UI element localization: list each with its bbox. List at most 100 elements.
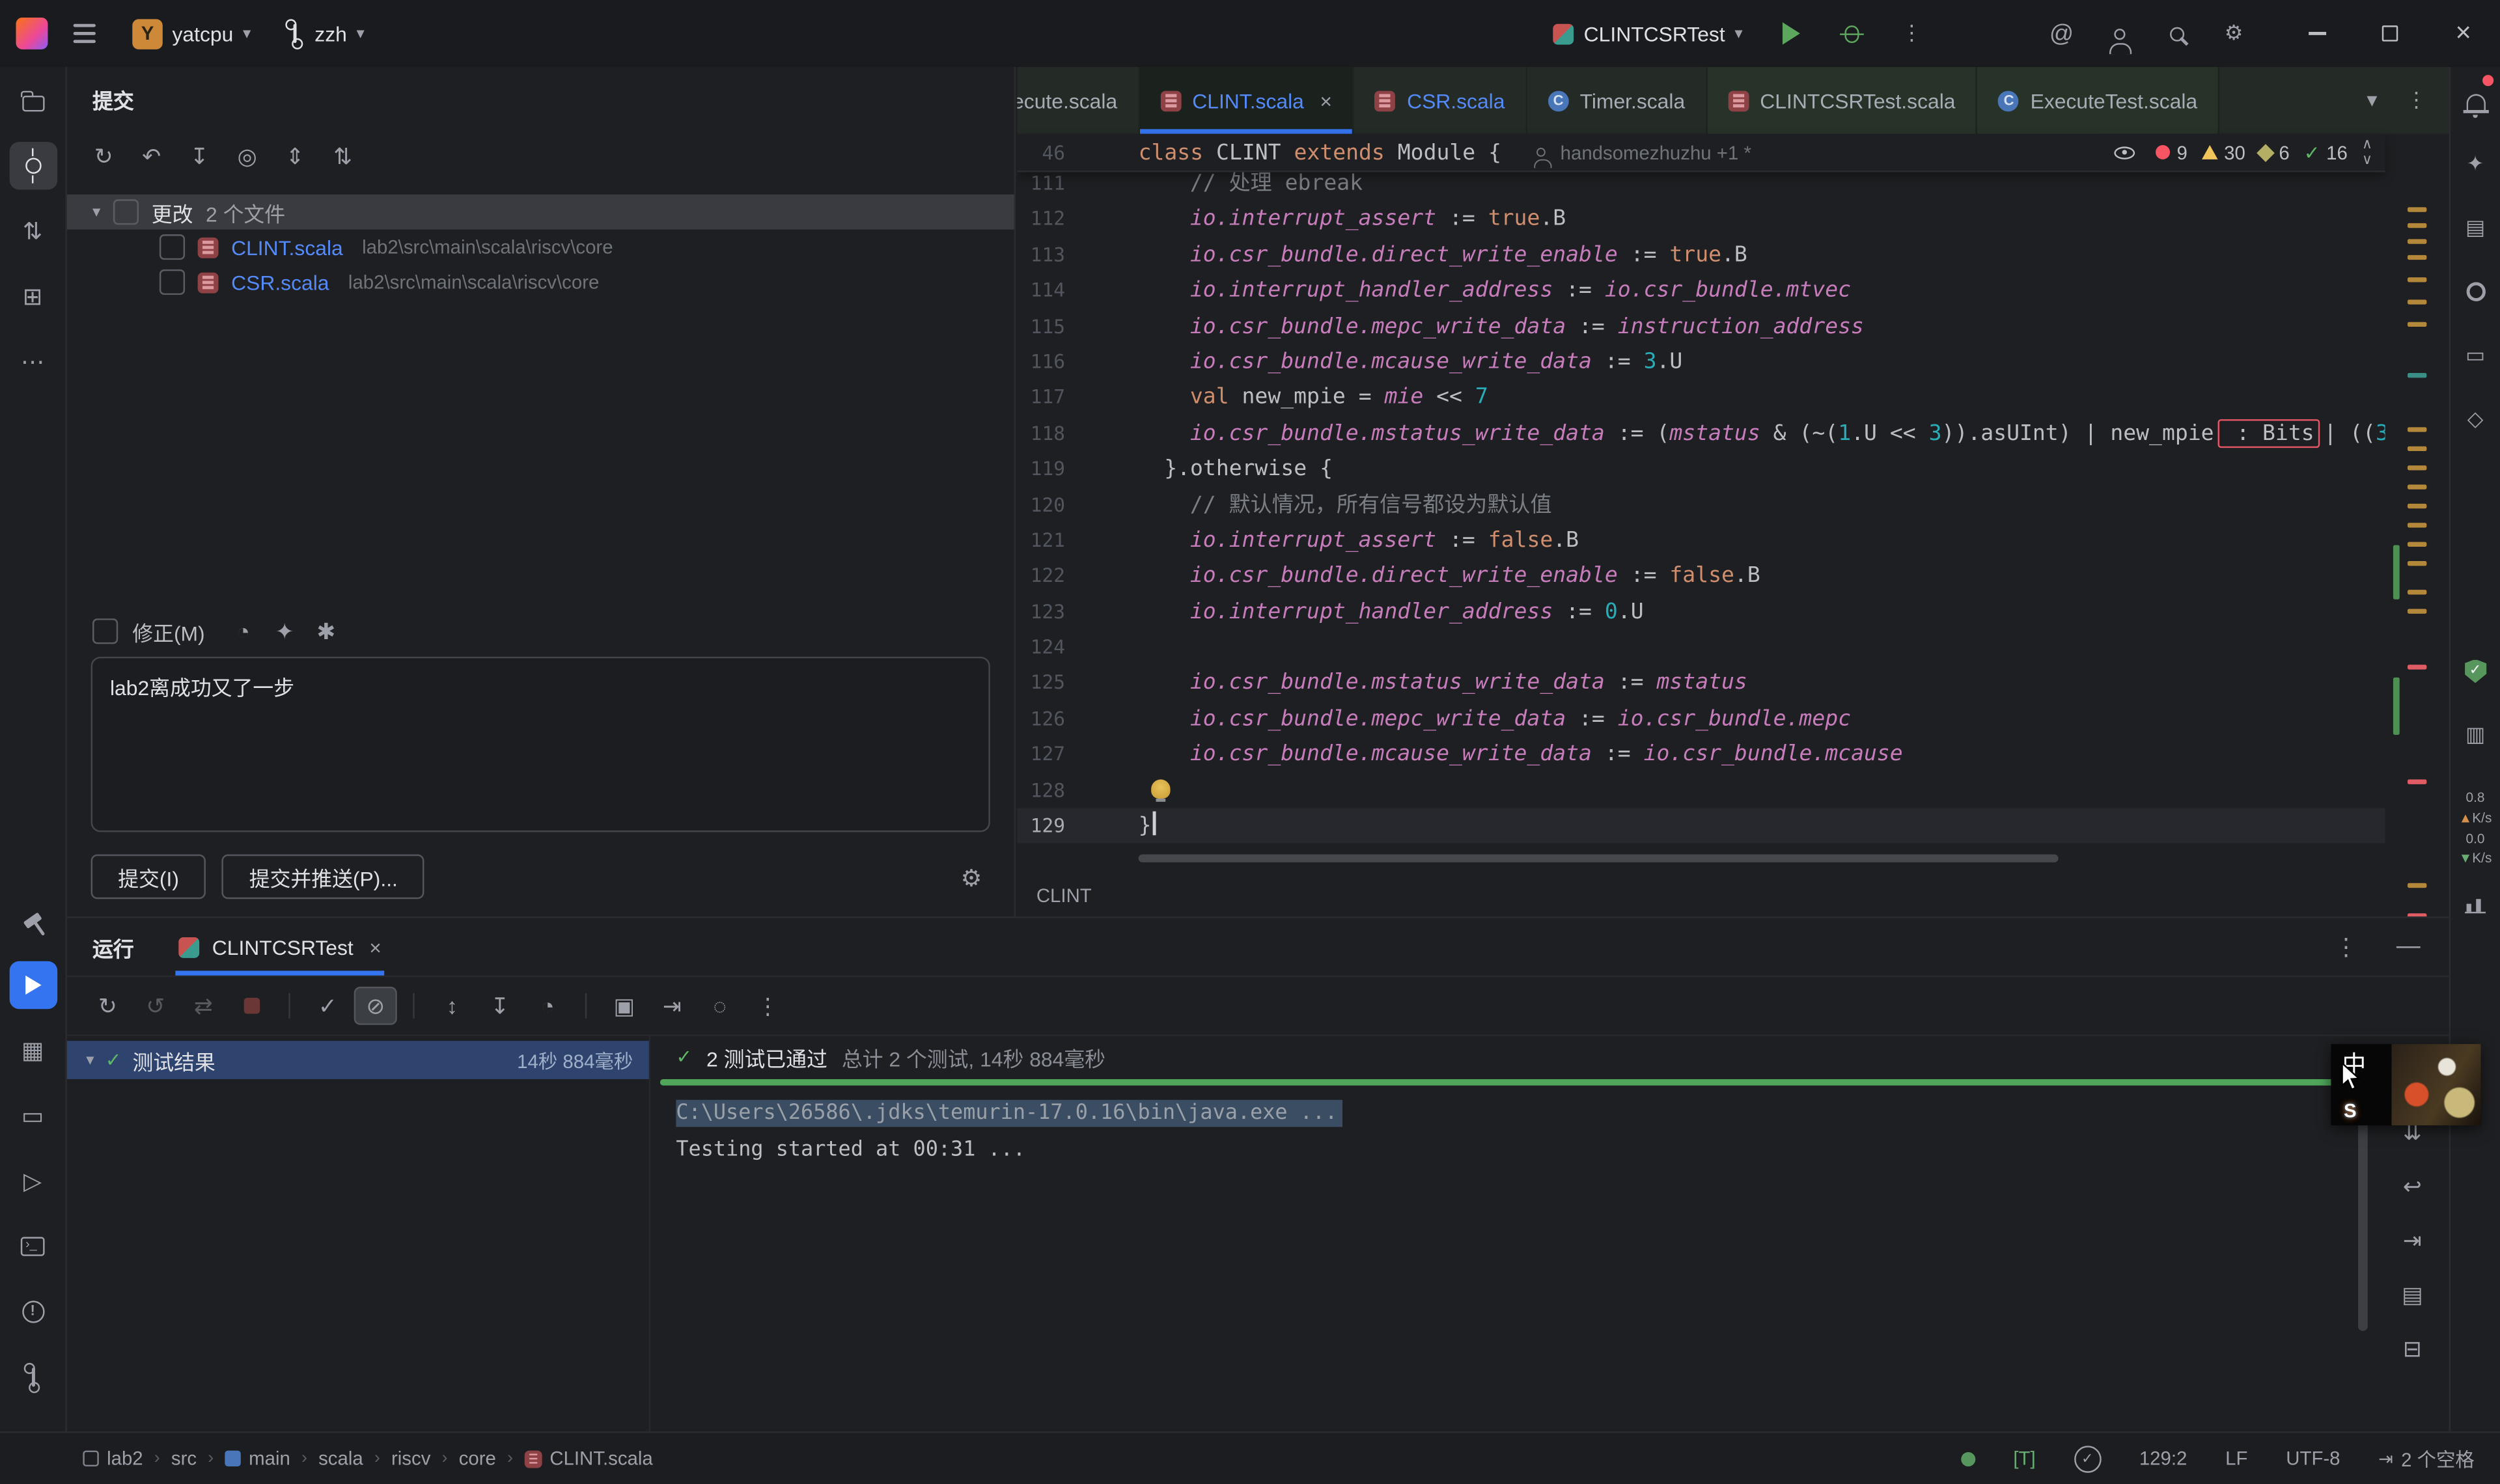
commit-message-input[interactable]: lab2离成功又了一步 — [91, 657, 990, 832]
main-menu-button[interactable] — [61, 10, 108, 57]
run-tool-icon[interactable] — [8, 961, 56, 1009]
run-anything-tool-icon[interactable]: ▷ — [8, 1157, 56, 1205]
print-console-icon[interactable]: ▤ — [2391, 1275, 2433, 1313]
breadcrumb-scala[interactable]: scala — [318, 1448, 363, 1470]
analysis-mark[interactable] — [2408, 523, 2426, 527]
rerun-icon[interactable]: ↻ — [86, 987, 129, 1025]
security-shield-icon[interactable] — [2454, 650, 2496, 692]
close-button[interactable]: × — [2426, 0, 2500, 67]
inspections-ok-icon[interactable]: ✓ — [2074, 1445, 2101, 1472]
breadcrumb-clint-scala[interactable]: CLINT.scala — [524, 1448, 653, 1470]
line-separator[interactable]: LF — [2225, 1448, 2247, 1470]
analysis-mark[interactable] — [2408, 665, 2426, 669]
changed-file-row[interactable]: CSR.scalalab2\src\main\scala\riscv\core — [67, 265, 1014, 300]
editor-breadcrumb[interactable]: CLINT — [1036, 884, 1092, 906]
analysis-mark[interactable] — [2408, 561, 2426, 566]
analysis-mark[interactable] — [2408, 465, 2426, 470]
structure-tool-icon[interactable]: ⊞ — [8, 273, 56, 320]
analysis-mark[interactable] — [2408, 542, 2426, 547]
analysis-mark[interactable] — [2408, 223, 2426, 228]
show-passed-icon[interactable]: ✓ — [306, 987, 349, 1025]
analysis-mark[interactable] — [2408, 373, 2426, 378]
code-line-115[interactable]: 115io.csr_bundle.mepc_write_data := inst… — [1017, 309, 2385, 344]
hidden-tabs-chevron-icon[interactable]: ▾ — [2367, 88, 2377, 113]
code-line-119[interactable]: 119}.otherwise { — [1017, 451, 2385, 487]
stop-icon[interactable] — [230, 987, 273, 1025]
code-editor[interactable]: 111// 处理 ebreak112io.interrupt_assert :=… — [1017, 134, 2385, 873]
notifications-icon[interactable] — [2454, 79, 2496, 121]
run-tab-clintcsrtest[interactable]: CLINTCSRTest × — [175, 918, 384, 976]
import-tests-icon[interactable]: ⇥ — [650, 987, 693, 1025]
editor-tab-ecute-scala[interactable]: ecute.scala — [1017, 67, 1139, 134]
maximize-button[interactable] — [2354, 0, 2427, 67]
code-line-122[interactable]: 122io.csr_bundle.direct_write_enable := … — [1017, 558, 2385, 594]
project-selector[interactable]: Y yatcpu ▾ — [121, 14, 262, 53]
refresh-icon[interactable]: ↻ — [83, 137, 124, 176]
analysis-mark[interactable] — [2408, 427, 2426, 432]
analysis-mark[interactable] — [2408, 883, 2426, 888]
project-tool-icon[interactable] — [8, 77, 56, 124]
version-control-tool-icon[interactable] — [8, 1353, 56, 1401]
capture-tool-icon[interactable]: ▥ — [2454, 714, 2496, 756]
more-icon[interactable]: ⋮ — [746, 987, 789, 1025]
analysis-mark[interactable] — [2393, 545, 2400, 599]
code-line-118[interactable]: 118io.csr_bundle.mstatus_write_data := (… — [1017, 416, 2385, 452]
device-explorer-tool-icon[interactable]: ▭ — [2454, 335, 2496, 376]
translation-plugin-icon[interactable]: [T] — [2013, 1448, 2035, 1470]
rollback-icon[interactable]: ↶ — [131, 137, 173, 176]
analysis-mark[interactable] — [2408, 504, 2426, 508]
code-line-113[interactable]: 113io.csr_bundle.direct_write_enable := … — [1017, 237, 2385, 273]
code-line-117[interactable]: 117val new_mpie = mie << 7 — [1017, 380, 2385, 416]
commit-tool-icon[interactable] — [8, 142, 56, 189]
auto-test-icon[interactable]: ⇄ — [182, 987, 225, 1025]
test-snapshot-icon[interactable]: ▣ — [603, 987, 646, 1025]
ai-chat-button[interactable]: @ — [2038, 10, 2085, 57]
plugin-status-icon[interactable] — [1961, 1451, 1975, 1466]
analysis-mark[interactable] — [2408, 207, 2426, 212]
search-everywhere-button[interactable] — [2152, 10, 2200, 57]
code-line-129[interactable]: 129} — [1017, 808, 2385, 844]
close-tab-icon[interactable]: × — [369, 935, 382, 959]
dependencies-tool-icon[interactable]: ◇ — [2454, 398, 2496, 440]
code-author-annotation[interactable]: handsomezhuzhu +1 * — [1530, 141, 1751, 163]
run-button[interactable] — [1766, 10, 1814, 57]
clear-console-icon[interactable]: ⊟ — [2391, 1329, 2433, 1367]
reader-mode-eye-icon[interactable] — [2115, 146, 2135, 159]
gradle-tool-icon[interactable] — [2454, 271, 2496, 312]
debug-button[interactable] — [1827, 10, 1875, 57]
analysis-mark[interactable] — [2408, 780, 2426, 784]
console-output[interactable]: C:\Users\26586\.jdks\temurin-17.0.16\bin… — [676, 1097, 2337, 1168]
file-checkbox[interactable] — [160, 269, 185, 295]
grammar-check-icon[interactable]: ✱ — [309, 612, 344, 650]
code-line-125[interactable]: 125io.csr_bundle.mstatus_write_data := m… — [1017, 665, 2385, 701]
intention-bulb-icon[interactable] — [1151, 779, 1170, 798]
expand-all-icon[interactable]: ⇕ — [274, 137, 316, 176]
more-actions-button[interactable]: ⋮ — [1888, 10, 1936, 57]
analysis-mark[interactable] — [2408, 255, 2426, 260]
ai-commit-message-icon[interactable]: ✦ — [267, 612, 302, 650]
sort-by-duration-icon[interactable]: ◔ — [526, 987, 569, 1025]
pull-requests-tool-icon[interactable]: ⇅ — [8, 207, 56, 254]
branch-selector[interactable]: zzh ▾ — [275, 17, 376, 50]
amend-checkbox[interactable] — [92, 618, 118, 644]
inspections-widget[interactable]: 9 30 6 ✓16 ∧∨ — [2102, 134, 2372, 171]
database-tool-icon[interactable]: ▤ — [2454, 207, 2496, 249]
analysis-mark[interactable] — [2408, 447, 2426, 451]
breadcrumb-riscv[interactable]: riscv — [391, 1448, 430, 1470]
services-tool-icon[interactable]: ▦ — [8, 1026, 56, 1074]
breadcrumb-main[interactable]: main — [225, 1448, 290, 1470]
message-history-icon[interactable]: ◔ — [226, 612, 261, 650]
code-line-120[interactable]: 120// 默认情况，所有信号都设为默认值 — [1017, 487, 2385, 523]
close-tab-icon[interactable]: × — [1320, 89, 1332, 113]
shelve-icon[interactable]: ↧ — [178, 137, 220, 176]
show-diff-icon[interactable]: ◎ — [227, 137, 268, 176]
editor-tab-clint-scala[interactable]: CLINT.scala× — [1139, 67, 1354, 134]
code-line-123[interactable]: 123io.interrupt_handler_address := 0.U — [1017, 594, 2385, 630]
analysis-mark[interactable] — [2408, 299, 2426, 304]
terminal-tool-icon[interactable] — [8, 1222, 56, 1270]
settings-button[interactable]: ⚙ — [2210, 10, 2257, 57]
expand-all-icon[interactable]: ↧ — [479, 987, 521, 1025]
analysis-mark[interactable] — [2408, 609, 2426, 614]
profiler-tool-icon[interactable] — [2454, 885, 2496, 926]
show-ignored-icon[interactable]: ⊘ — [354, 987, 397, 1025]
